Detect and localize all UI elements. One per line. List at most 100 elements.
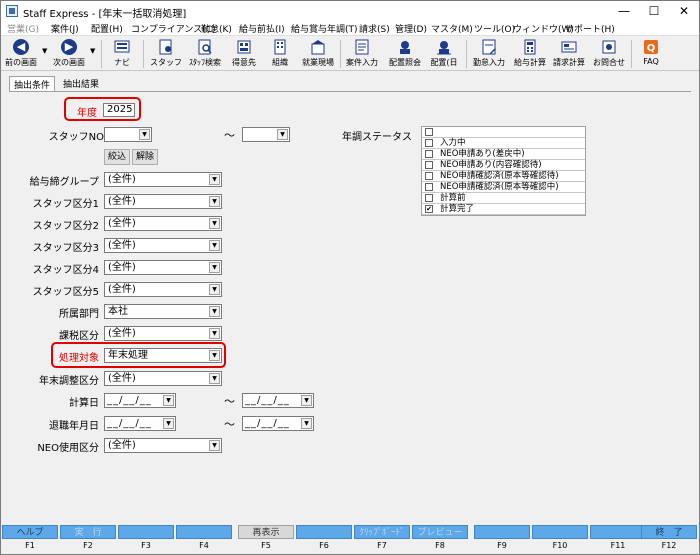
staff-cat3-select[interactable]: (全件) ▼ <box>104 238 222 253</box>
payroll-button[interactable]: 給与計算 <box>511 39 549 69</box>
status-checkbox[interactable] <box>425 150 433 158</box>
tab-conditions[interactable]: 抽出条件 <box>9 76 56 91</box>
navi-button[interactable]: ナビ <box>107 39 137 69</box>
billing-icon <box>561 41 577 53</box>
staff-no-from-select[interactable]: ▼ <box>104 127 152 142</box>
status-row[interactable]: NEO申請確認済(原本等確認中) <box>422 182 585 193</box>
status-checkbox[interactable] <box>425 139 433 147</box>
f9-button[interactable] <box>474 525 530 539</box>
chevron-down-icon: ▼ <box>163 418 174 429</box>
f11-button[interactable] <box>590 525 646 539</box>
f10-button[interactable] <box>532 525 588 539</box>
status-row[interactable]: 入力中 <box>422 138 585 149</box>
f8-preview-button[interactable]: プレビュー <box>412 525 468 539</box>
status-row[interactable]: NEO申請あり(内容確認待) <box>422 160 585 171</box>
staff-cat1-select[interactable]: (全件) ▼ <box>104 194 222 209</box>
year-input[interactable]: 2025 <box>103 103 135 117</box>
menu-billing[interactable]: 請求(S) <box>359 22 390 35</box>
staff-button[interactable]: スタッフ <box>148 39 184 69</box>
retire-date-from-input[interactable]: __/__/__ ▼ <box>104 416 176 431</box>
f6-button[interactable] <box>296 525 352 539</box>
menu-payroll[interactable]: 給与賞与年調(T) <box>291 22 358 35</box>
target-select[interactable]: 年末処理 ▼ <box>104 348 222 363</box>
menu-support[interactable]: サポート(H) <box>565 22 615 35</box>
status-checkbox[interactable] <box>425 194 433 202</box>
status-row[interactable]: 計算前 <box>422 193 585 204</box>
attendance-button[interactable]: 勤怠入力 <box>470 39 508 69</box>
calc-date-to-input[interactable]: __/__/__ ▼ <box>242 393 314 408</box>
back-dropdown-icon[interactable]: ▼ <box>42 47 47 55</box>
filter-button[interactable]: 絞込 <box>104 149 130 165</box>
case-input-button[interactable]: 案件入力 <box>343 39 381 69</box>
client-button[interactable]: 得意先 <box>226 39 262 69</box>
chevron-down-icon: ▼ <box>209 306 220 317</box>
pay-group-select[interactable]: (全件) ▼ <box>104 172 222 187</box>
status-checklist: 入力中 NEO申請あり(差戻中) NEO申請あり(内容確認待) NEO申請確認済… <box>421 126 586 216</box>
retire-date-to-input[interactable]: __/__/__ ▼ <box>242 416 314 431</box>
assign-day-button[interactable]: 配置(日 <box>426 39 462 69</box>
app-window: Staff Express - [年末一括取消処理] — ☐ ✕ 営業(G) 案… <box>0 0 700 555</box>
staff-cat4-label: スタッフ区分4 <box>32 265 99 276</box>
chevron-down-icon: ▼ <box>209 196 220 207</box>
f2-execute-button[interactable]: 実 行 <box>60 525 116 539</box>
f8-key-label: F8 <box>435 541 445 550</box>
status-checkbox[interactable] <box>425 128 433 136</box>
menu-master[interactable]: マスタ(M) <box>431 22 473 35</box>
staff-cat4-select[interactable]: (全件) ▼ <box>104 260 222 275</box>
status-checkbox[interactable] <box>425 172 433 180</box>
back-button[interactable]: ◀ 前の画面 <box>3 39 39 69</box>
window-title: Staff Express - [年末一括取消処理] <box>23 9 187 20</box>
menu-case[interactable]: 案件(J) <box>51 22 79 35</box>
f5-refresh-button[interactable]: 再表示 <box>238 525 294 539</box>
menu-admin[interactable]: 管理(D) <box>395 22 427 35</box>
status-checkbox[interactable] <box>425 183 433 191</box>
toolbar-separator <box>631 40 632 68</box>
status-row[interactable]: ✔ 計算完了 <box>422 204 585 215</box>
calc-date-from-input[interactable]: __/__/__ ▼ <box>104 393 176 408</box>
faq-button[interactable]: Q FAQ <box>636 39 666 69</box>
menu-tools[interactable]: ツール(O) <box>474 22 515 35</box>
staff-search-button[interactable]: ｽﾀｯﾌ検索 <box>185 39 225 69</box>
f7-clipboard-button[interactable]: ｸﾘｯﾌﾟﾎﾞｰﾄﾞ <box>354 525 410 539</box>
tax-select[interactable]: (全件) ▼ <box>104 326 222 341</box>
minimize-button[interactable]: — <box>609 1 639 21</box>
site-button[interactable]: 就業現場 <box>298 39 338 69</box>
f4-button[interactable] <box>176 525 232 539</box>
assign-view-button[interactable]: 配置照会 <box>385 39 425 69</box>
forward-button[interactable]: ▶ 次の画面 <box>51 39 87 69</box>
department-label: 所属部門 <box>59 309 99 320</box>
staff-cat3-label: スタッフ区分3 <box>32 243 99 254</box>
org-icon <box>274 39 286 55</box>
f12-exit-button[interactable]: 終 了 <box>641 525 697 539</box>
menu-sales[interactable]: 営業(G) <box>7 22 39 35</box>
staff-cat5-select[interactable]: (全件) ▼ <box>104 282 222 297</box>
staff-search-icon <box>198 39 212 55</box>
staff-cat2-select[interactable]: (全件) ▼ <box>104 216 222 231</box>
status-row[interactable]: NEO申請あり(差戻中) <box>422 149 585 160</box>
forward-dropdown-icon[interactable]: ▼ <box>90 47 95 55</box>
billing-button[interactable]: 請求計算 <box>550 39 588 69</box>
menu-attendance[interactable]: 勤怠(K) <box>201 22 232 35</box>
status-row[interactable] <box>422 127 585 138</box>
case-input-icon <box>355 39 369 55</box>
f7-key-label: F7 <box>377 541 387 550</box>
maximize-button[interactable]: ☐ <box>639 1 669 21</box>
tab-results[interactable]: 抽出結果 <box>59 76 103 91</box>
f1-help-button[interactable]: ヘルプ <box>2 525 58 539</box>
clear-button[interactable]: 解除 <box>132 149 158 165</box>
department-select[interactable]: 本社 ▼ <box>104 304 222 319</box>
org-button[interactable]: 組織 <box>263 39 297 69</box>
menu-assign[interactable]: 配置(H) <box>91 22 123 35</box>
neo-select[interactable]: (全件) ▼ <box>104 438 222 453</box>
status-checkbox-checked[interactable]: ✔ <box>425 205 433 213</box>
status-checkbox[interactable] <box>425 161 433 169</box>
menu-prepay[interactable]: 給与前払(I) <box>239 22 285 35</box>
status-row[interactable]: NEO申請確認済(原本等確認待) <box>422 171 585 182</box>
staff-no-to-select[interactable]: ▼ <box>242 127 290 142</box>
toolbar-separator <box>466 40 467 68</box>
contact-button[interactable]: お問合せ <box>589 39 629 69</box>
yearend-adj-select[interactable]: (全件) ▼ <box>104 371 222 386</box>
f3-button[interactable] <box>118 525 174 539</box>
close-button[interactable]: ✕ <box>669 1 699 21</box>
app-icon <box>6 5 18 17</box>
